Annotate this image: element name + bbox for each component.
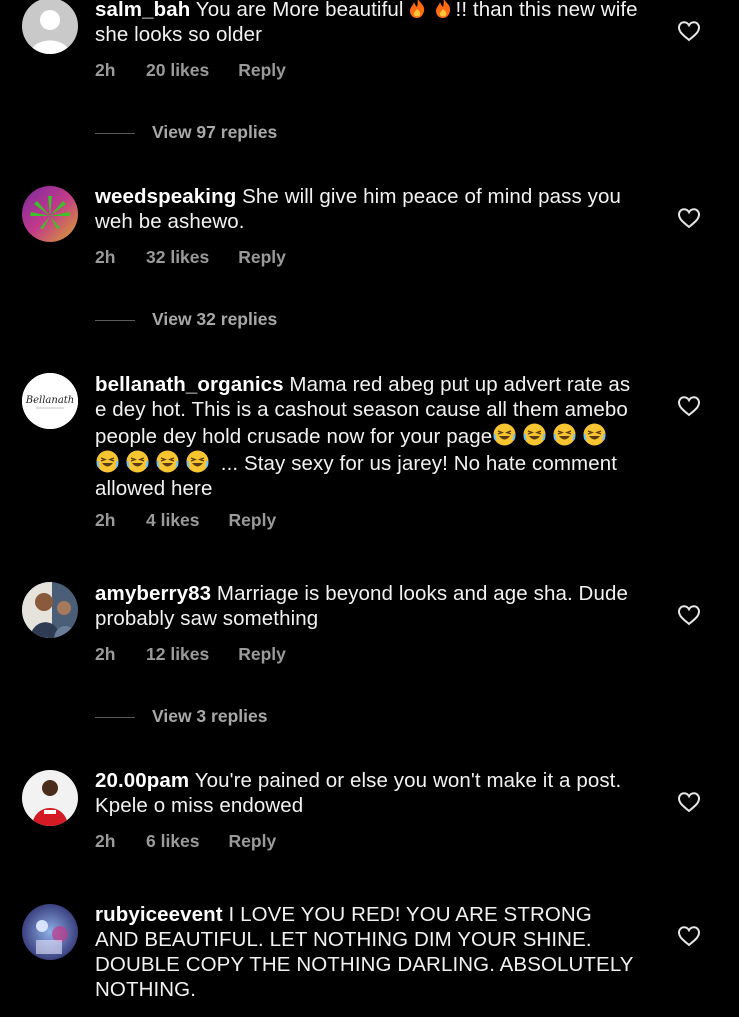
laughing-emoji xyxy=(186,450,209,473)
laughing-emoji xyxy=(156,450,179,473)
comment-username[interactable]: bellanath_organics xyxy=(95,373,284,396)
comment-text: 20.00pam You're pained or else you won't… xyxy=(95,769,622,817)
likes-count[interactable]: 6 likes xyxy=(146,831,200,852)
comment-username[interactable]: salm_bah xyxy=(95,0,190,21)
comment-meta: 2h 20 likes Reply xyxy=(95,60,286,81)
comment-text: rubyiceevent I LOVE YOU RED! YOU ARE STR… xyxy=(95,903,634,1001)
comment-text: bellanath_organics Mama red abeg put up … xyxy=(95,373,631,500)
heart-outline-icon[interactable] xyxy=(677,791,701,813)
reply-button[interactable]: Reply xyxy=(229,510,277,531)
avatar[interactable]: Bellanath xyxy=(22,373,78,429)
comment-username[interactable]: weedspeaking xyxy=(95,185,236,208)
comment-time: 2h xyxy=(95,510,116,530)
comment-meta: 2h 6 likes Reply xyxy=(95,831,276,852)
comment-meta: 2h 4 likes Reply xyxy=(95,510,276,531)
avatar[interactable] xyxy=(22,904,78,960)
reply-button[interactable]: Reply xyxy=(238,644,286,665)
comment-username[interactable]: rubyiceevent xyxy=(95,903,223,926)
heart-outline-icon[interactable] xyxy=(677,925,701,947)
laughing-emoji xyxy=(583,423,606,446)
reply-button[interactable]: Reply xyxy=(238,247,286,268)
fire-emoji xyxy=(409,0,424,18)
comment-meta: 2h 12 likes Reply xyxy=(95,644,286,665)
comment-time: 2h xyxy=(95,247,116,267)
laughing-emoji xyxy=(493,423,516,446)
comment-text: salm_bah You are More beautiful!! than t… xyxy=(95,0,640,47)
reply-button[interactable]: Reply xyxy=(229,831,277,852)
view-replies-link[interactable]: View 3 replies xyxy=(95,706,267,727)
laughing-emoji xyxy=(553,423,576,446)
divider-line xyxy=(95,132,135,134)
view-replies-link[interactable]: View 97 replies xyxy=(95,122,277,143)
view-replies-link[interactable]: View 32 replies xyxy=(95,309,277,330)
likes-count[interactable]: 4 likes xyxy=(146,510,200,531)
likes-count[interactable]: 20 likes xyxy=(146,60,209,81)
comment-username[interactable]: amyberry83 xyxy=(95,582,211,605)
reply-button[interactable]: Reply xyxy=(238,60,286,81)
likes-count[interactable]: 12 likes xyxy=(146,644,209,665)
laughing-emoji xyxy=(523,423,546,446)
avatar[interactable] xyxy=(22,770,78,826)
comment-username[interactable]: 20.00pam xyxy=(95,769,189,792)
comment-meta: 2h 32 likes Reply xyxy=(95,247,286,268)
avatar[interactable] xyxy=(22,0,78,54)
heart-outline-icon[interactable] xyxy=(677,395,701,417)
avatar[interactable] xyxy=(22,186,78,242)
fire-emoji xyxy=(435,0,450,18)
laughing-emoji xyxy=(96,450,119,473)
comment-text: weedspeaking She will give him peace of … xyxy=(95,185,622,233)
comment-time: 2h xyxy=(95,644,116,664)
comment-time: 2h xyxy=(95,60,116,80)
divider-line xyxy=(95,319,135,321)
likes-count[interactable]: 32 likes xyxy=(146,247,209,268)
comment-time: 2h xyxy=(95,831,116,851)
avatar[interactable] xyxy=(22,582,78,638)
avatar-logo-text: Bellanath xyxy=(25,395,75,406)
heart-outline-icon[interactable] xyxy=(677,604,701,626)
divider-line xyxy=(95,716,135,718)
heart-outline-icon[interactable] xyxy=(677,207,701,229)
laughing-emoji xyxy=(126,450,149,473)
comment-text: amyberry83 Marriage is beyond looks and … xyxy=(95,582,628,630)
heart-outline-icon[interactable] xyxy=(677,20,701,42)
